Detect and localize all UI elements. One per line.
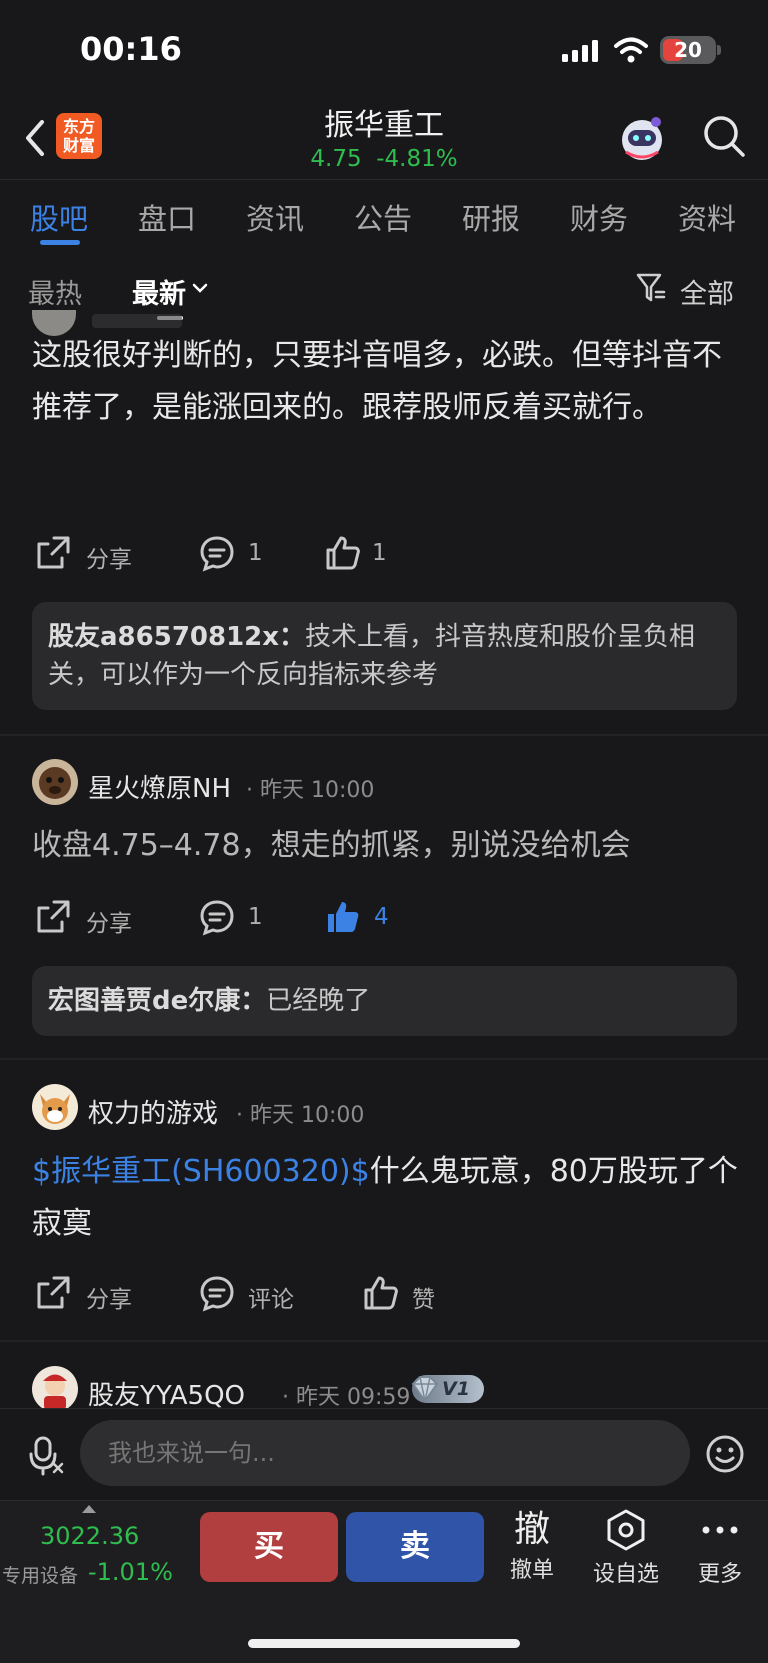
logo-text-2: 财富 <box>62 136 95 155</box>
reply-username[interactable]: 宏图善贾de尔康： <box>48 986 266 1016</box>
more-label: 更多 <box>697 1562 742 1587</box>
sort-hottest[interactable]: 最热 <box>28 272 82 311</box>
tab-profile[interactable]: 资料 <box>678 196 736 238</box>
caret-up-icon <box>82 1505 96 1513</box>
avatar[interactable] <box>32 759 78 805</box>
chevron-down-icon[interactable] <box>192 282 208 294</box>
filter-icon[interactable] <box>636 272 666 304</box>
post-divider <box>0 734 768 736</box>
post-4-username[interactable]: 股友YYA5QO <box>88 1375 245 1412</box>
tab-announcements[interactable]: 公告 <box>354 196 412 238</box>
tab-pankou[interactable]: 盘口 <box>138 196 196 238</box>
comment-count[interactable]: 1 <box>248 540 263 566</box>
reply-preview[interactable]: 宏图善贾de尔康：已经晚了 <box>32 966 737 1036</box>
battery-tip <box>717 45 721 55</box>
cancel-order-label: 撤单 <box>509 1558 554 1583</box>
share-icon[interactable] <box>34 1274 72 1312</box>
diamond-badge-icon <box>411 1376 439 1403</box>
status-time: 00:16 <box>80 30 182 68</box>
comment-icon[interactable] <box>198 1274 236 1312</box>
post-2-username[interactable]: 星火燎原NH <box>88 768 231 805</box>
post-divider <box>0 1340 768 1342</box>
post-divider <box>0 1058 768 1060</box>
sort-newest[interactable]: 最新 <box>132 272 186 311</box>
tab-guba[interactable]: 股吧 <box>30 196 88 238</box>
wifi-icon <box>614 37 648 63</box>
emoji-icon[interactable] <box>705 1434 745 1474</box>
post-2-text[interactable]: 收盘4.75–4.78，想走的抓紧，别说没给机会 <box>32 820 742 872</box>
comment-input[interactable] <box>80 1420 690 1486</box>
thumbs-up-filled-icon[interactable] <box>324 898 362 936</box>
battery-level: 20 <box>674 38 702 62</box>
cancel-glyph: 撤 <box>513 1509 550 1550</box>
active-tab-indicator <box>40 240 80 245</box>
more-dots-icon <box>702 1526 738 1534</box>
post-time: 昨天 09:59 <box>296 1385 411 1410</box>
eastmoney-logo[interactable]: 东方 财富 <box>56 113 102 159</box>
post-3-time: · 昨天 10:00 <box>236 1103 365 1128</box>
search-icon[interactable] <box>700 112 748 160</box>
post-3-username[interactable]: 权力的游戏 <box>88 1093 218 1130</box>
share-icon[interactable] <box>34 898 72 936</box>
robot-assistant-icon[interactable] <box>616 112 668 164</box>
comment-icon[interactable] <box>198 534 236 572</box>
voice-input-icon[interactable] <box>28 1436 64 1476</box>
thumbs-up-icon[interactable] <box>362 1274 400 1312</box>
more-button[interactable]: 更多 <box>680 1508 760 1588</box>
username-partial <box>92 314 182 328</box>
comment-label[interactable]: 评论 <box>248 1280 294 1314</box>
comment-icon[interactable] <box>198 898 236 936</box>
sell-button[interactable]: 卖 <box>346 1512 484 1582</box>
post-time: 昨天 10:00 <box>250 1103 365 1128</box>
tab-news[interactable]: 资讯 <box>246 196 304 238</box>
tab-bar: 股吧 盘口 资讯 公告 研报 财务 资料 <box>0 196 768 236</box>
back-chevron-icon[interactable] <box>20 118 50 158</box>
add-watchlist-button[interactable]: 设自选 <box>586 1508 666 1588</box>
like-count[interactable]: 1 <box>372 540 387 566</box>
cancel-order-button[interactable]: 撤 撤单 <box>492 1508 572 1584</box>
like-count[interactable]: 4 <box>374 904 389 930</box>
cellular-signal-icon <box>562 40 598 62</box>
filter-label[interactable]: 全部 <box>680 272 734 311</box>
stock-name: 振华重工 <box>324 108 444 143</box>
sector-index-change[interactable]: -1.01% <box>88 1558 173 1586</box>
tab-finance[interactable]: 财务 <box>570 196 628 238</box>
reply-text: 已经晚了 <box>266 986 371 1016</box>
avatar[interactable] <box>32 1084 78 1130</box>
home-indicator[interactable] <box>248 1639 520 1648</box>
buy-button[interactable]: 买 <box>200 1512 338 1582</box>
reply-preview[interactable]: 股友a86570812x：技术上看，抖音热度和股价呈负相关，可以作为一个反向指标… <box>32 602 737 710</box>
sector-index-value[interactable]: 3022.36 <box>40 1522 139 1550</box>
header-divider <box>0 179 768 180</box>
post-time: 昨天 10:00 <box>260 778 375 803</box>
post-1-text[interactable]: 这股很好判断的，只要抖音唱多，必跌。但等抖音不推荐了，是能涨回来的。跟荐股师反着… <box>32 330 742 434</box>
share-label[interactable]: 分享 <box>86 1280 132 1314</box>
logo-text-1: 东方 <box>62 117 95 136</box>
stock-price-line: 4.75 -4.81% <box>234 146 534 172</box>
sector-label[interactable]: 专用设备 <box>2 1561 78 1588</box>
reply-username[interactable]: 股友a86570812x： <box>48 622 305 652</box>
stock-change: -4.81% <box>376 146 458 172</box>
share-label[interactable]: 分享 <box>86 540 132 574</box>
tab-research[interactable]: 研报 <box>462 196 520 238</box>
stock-mention-link[interactable]: $振华重工(SH600320)$ <box>32 1154 370 1189</box>
post-2-time: · 昨天 10:00 <box>246 778 375 803</box>
add-watchlist-label: 设自选 <box>592 1562 659 1587</box>
comment-count[interactable]: 1 <box>248 904 263 930</box>
post-4-time: · 昨天 09:59 <box>282 1385 411 1410</box>
hexagon-icon <box>607 1509 645 1551</box>
share-icon[interactable] <box>34 534 72 572</box>
share-label[interactable]: 分享 <box>86 904 132 938</box>
stock-price: 4.75 <box>310 146 362 172</box>
post-3-text[interactable]: $振华重工(SH600320)$什么鬼玩意，80万股玩了个寂寞 <box>32 1146 742 1250</box>
battery-icon: 20 <box>660 36 716 64</box>
avatar[interactable] <box>32 1366 78 1412</box>
like-label[interactable]: 赞 <box>412 1280 435 1314</box>
thumbs-up-icon[interactable] <box>324 534 362 572</box>
